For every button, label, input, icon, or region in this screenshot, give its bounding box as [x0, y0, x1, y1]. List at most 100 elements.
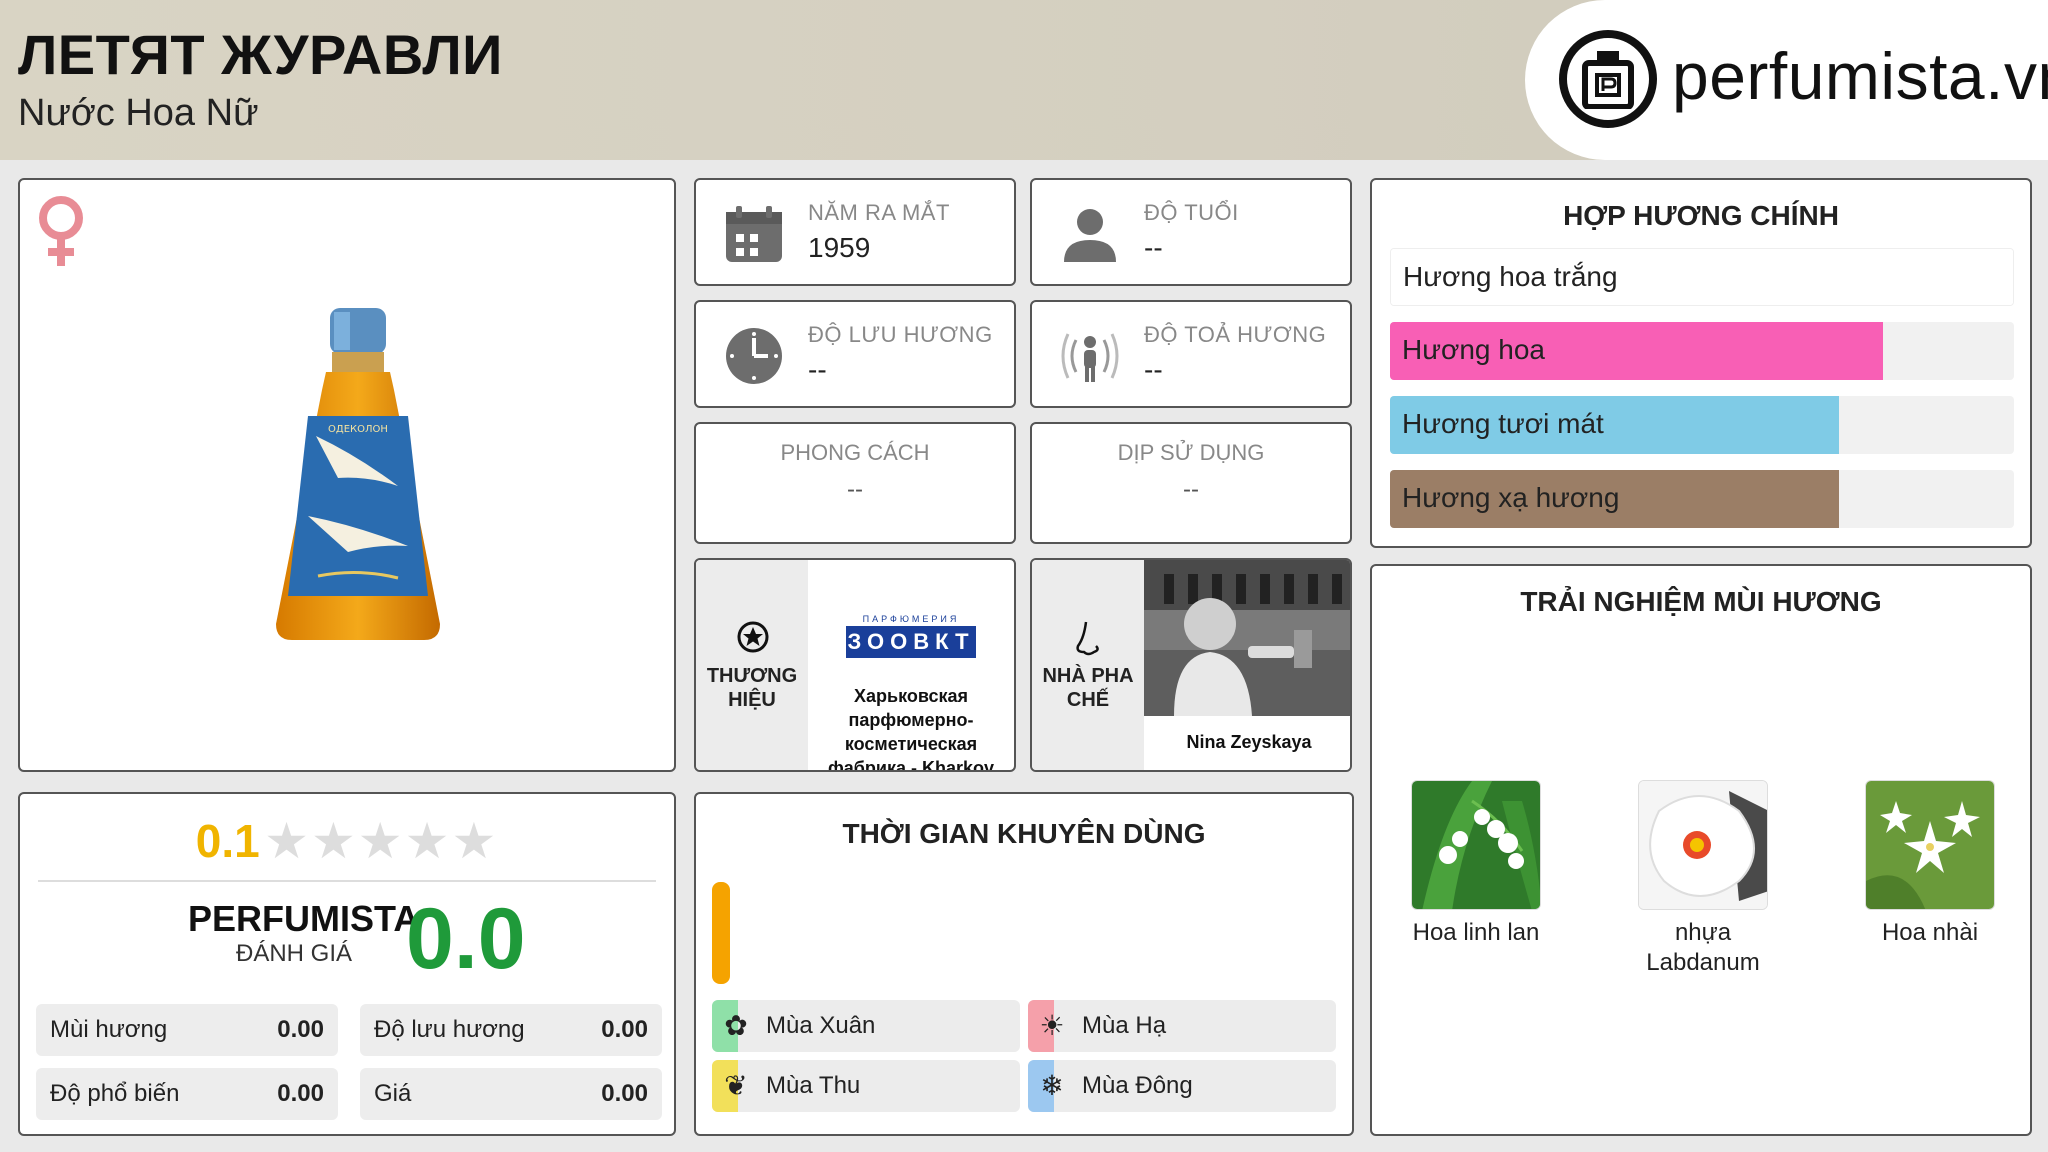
user-rating[interactable]: 0.1 ★★★★★ — [20, 812, 674, 872]
perfume-subtitle: Nước Hoa Nữ — [18, 92, 259, 134]
sun-icon: ☀ — [1039, 1010, 1065, 1041]
jasmine-flower-icon — [1865, 780, 1995, 910]
sillage-value: -- — [1144, 354, 1163, 385]
launch-year-value: 1959 — [808, 232, 871, 263]
brand-side-panel: THƯƠNG HIỆU — [696, 560, 808, 770]
sillage-label: ĐỘ TOẢ HƯƠNG — [1144, 322, 1327, 347]
metric-label: Giá — [374, 1080, 412, 1107]
person-icon — [1064, 209, 1116, 262]
note-label: nhựa Labdanum — [1646, 919, 1760, 976]
metric-value: 0.00 — [277, 1016, 324, 1043]
brand-name: Харьковская парфюмерно-косметическая фаб… — [828, 686, 994, 772]
accord-row: Hương hoa trắng — [1390, 248, 2014, 306]
day-night-bar — [712, 882, 730, 984]
calendar-icon — [726, 206, 782, 262]
season-autumn: ❦ Mùa Thu — [712, 1060, 1020, 1112]
season-label: Mùa Thu — [766, 1072, 861, 1099]
brand-box[interactable]: THƯƠNG HIỆU ПАРФЮМЕРИЯ ЗООВКТ Харьковска… — [694, 558, 1016, 772]
female-symbol-icon — [39, 196, 83, 266]
metric-popularity: Độ phổ biến 0.00 — [36, 1068, 338, 1120]
perfumista-sublabel: ĐÁNH GIÁ — [236, 940, 353, 967]
accord-row: Hương tươi mát — [1390, 396, 2014, 454]
perfumer-side-panel: NHÀ PHA CHẾ — [1032, 560, 1144, 770]
launch-year-label: NĂM RA MẮT — [808, 200, 950, 225]
metric-value: 0.00 — [277, 1080, 324, 1107]
metric-label: Độ phổ biến — [50, 1080, 180, 1107]
note-item[interactable]: nhựa Labdanum — [1623, 780, 1783, 978]
perfume-bottle-logo-icon — [1559, 30, 1657, 128]
brand-logo-caption: ПАРФЮМЕРИЯ — [862, 614, 960, 624]
occasion-label: DỊP SỬ DỤNG — [1117, 440, 1265, 465]
radiating-person-icon — [1061, 333, 1119, 382]
season-summer: ☀ Mùa Hạ — [1028, 1000, 1336, 1052]
brand-label-line2: HIỆU — [728, 689, 776, 711]
flower-icon: ✿ — [724, 1010, 748, 1041]
svg-text:ОДЕКОЛОН: ОДЕКОЛОН — [328, 424, 388, 435]
perfumista-label: PERFUMISTA — [188, 898, 420, 939]
nose-icon — [1076, 621, 1099, 656]
metric-label: Mùi hương — [50, 1016, 168, 1043]
metric-value: 0.00 — [601, 1080, 648, 1107]
clock-icon — [726, 328, 782, 384]
style-box: PHONG CÁCH -- — [694, 422, 1016, 544]
perfumista-score: 0.0 — [406, 891, 526, 987]
rating-card: 0.1 ★★★★★ PERFUMISTA ĐÁNH GIÁ 0.0 Mùi hư… — [18, 792, 676, 1136]
style-label: PHONG CÁCH — [780, 440, 930, 465]
accord-label: Hương tươi mát — [1402, 408, 1604, 439]
perfume-title: ЛЕТЯТ ЖУРАВЛИ — [18, 23, 503, 86]
metric-longevity: Độ lưu hương 0.00 — [360, 1004, 662, 1056]
recommended-time-card: THỜI GIAN KHUYÊN DÙNG ✿ Mùa Xuân ☀ Mùa H… — [694, 792, 1354, 1136]
age-label: ĐỘ TUỔI — [1144, 200, 1239, 225]
site-logo-text: perfumista.vn — [1672, 39, 2048, 113]
page-header: ЛЕТЯТ ЖУРАВЛИ Nước Hoa Nữ perfumista.vn — [0, 0, 2048, 160]
perfumer-box[interactable]: NHÀ PHA CHẾ Nina Zeyskaya — [1030, 558, 1352, 772]
occasion-box: DỊP SỬ DỤNG -- — [1030, 422, 1352, 544]
age-box: ĐỘ TUỔI -- — [1030, 178, 1352, 286]
metric-price: Giá 0.00 — [360, 1068, 662, 1120]
launch-year-box: NĂM RA MẮT 1959 — [694, 178, 1016, 286]
metric-scent: Mùi hương 0.00 — [36, 1004, 338, 1056]
occasion-value: -- — [1183, 476, 1199, 503]
perfumer-label-line1: NHÀ PHA — [1042, 665, 1134, 687]
rating-divider — [38, 880, 656, 882]
scent-experience-card: TRẢI NGHIỆM MÙI HƯƠNG Hoa linh lan nhựa … — [1370, 564, 2032, 1136]
perfume-bottle-image: ОДЕКОЛОН — [276, 308, 440, 640]
perfumer-photo — [1144, 560, 1350, 716]
recommended-time-title: THỜI GIAN KHUYÊN DÙNG — [842, 818, 1206, 849]
snowflake-icon: ❄ — [1040, 1070, 1064, 1101]
season-spring: ✿ Mùa Xuân — [712, 1000, 1020, 1052]
longevity-value: -- — [808, 354, 827, 385]
brand-logo: ПАРФЮМЕРИЯ ЗООВКТ — [846, 614, 976, 658]
site-logo[interactable]: perfumista.vn — [1525, 0, 2048, 160]
accord-label: Hương xạ hương — [1402, 482, 1620, 513]
lily-of-the-valley-icon — [1411, 780, 1541, 910]
note-label: Hoa linh lan — [1412, 919, 1540, 946]
perfume-image-card: ОДЕКОЛОН — [18, 178, 676, 772]
note-item[interactable]: Hoa nhài — [1850, 780, 2010, 948]
metric-label: Độ lưu hương — [374, 1016, 525, 1043]
style-value: -- — [847, 476, 863, 503]
note-item[interactable]: Hoa linh lan — [1396, 780, 1556, 948]
season-label: Mùa Xuân — [766, 1012, 876, 1039]
sillage-box: ĐỘ TOẢ HƯƠNG -- — [1030, 300, 1352, 408]
star-rating-icon[interactable]: ★★★★★ — [264, 812, 498, 870]
accord-label: Hương hoa trắng — [1403, 261, 1618, 292]
labdanum-flower-icon — [1638, 780, 1768, 910]
brand-logo-text: ЗООВКТ — [846, 626, 976, 658]
season-label: Mùa Hạ — [1082, 1012, 1167, 1039]
season-winter: ❄ Mùa Đông — [1028, 1060, 1336, 1112]
star-circle-icon — [737, 621, 769, 653]
rating-value: 0.1 — [195, 815, 260, 867]
main-accords-title: HỢP HƯƠNG CHÍNH — [1563, 200, 1839, 231]
accord-row: Hương xạ hương — [1390, 470, 2014, 528]
perfumer-label-line2: CHẾ — [1066, 689, 1110, 711]
longevity-label: ĐỘ LƯU HƯƠNG — [808, 322, 993, 347]
scent-experience-title: TRẢI NGHIỆM MÙI HƯƠNG — [1520, 586, 1882, 617]
age-value: -- — [1144, 232, 1163, 263]
leaf-icon: ❦ — [724, 1070, 748, 1101]
note-label: Hoa nhài — [1881, 919, 1979, 946]
brand-label-line1: THƯƠNG — [706, 665, 798, 687]
accord-label: Hương hoa — [1402, 334, 1545, 365]
longevity-box: ĐỘ LƯU HƯƠNG -- — [694, 300, 1016, 408]
main-accords-card: HỢP HƯƠNG CHÍNH Hương hoa trắng Hương hoa… — [1370, 178, 2032, 548]
